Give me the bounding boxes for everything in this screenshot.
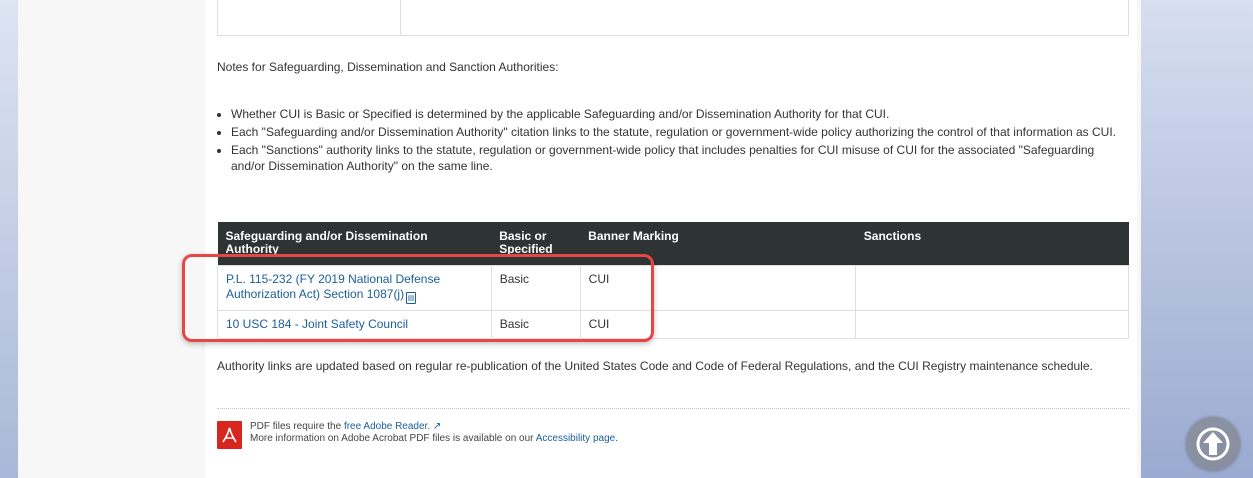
left-gutter <box>18 0 205 478</box>
column-header-banner-marking: Banner Marking <box>580 222 856 266</box>
sanctions-cell <box>855 310 1129 339</box>
table-header-row: Safeguarding and/or Dissemination Author… <box>217 222 1129 266</box>
authority-link[interactable]: 10 USC 184 - Joint Safety Council <box>226 317 408 331</box>
authority-cell: 10 USC 184 - Joint Safety Council <box>217 310 492 339</box>
adobe-reader-link[interactable]: free Adobe Reader. <box>344 421 430 432</box>
table-row: 10 USC 184 - Joint Safety Council Basic … <box>217 310 1129 339</box>
external-link-icon: ↗ <box>432 421 442 432</box>
pdf-notice-prefix-2: More information on Adobe Acrobat PDF fi… <box>250 433 536 444</box>
left-window-edge <box>0 0 18 478</box>
authority-update-note: Authority links are updated based on reg… <box>217 359 1093 373</box>
arrow-up-icon <box>1196 427 1230 461</box>
notes-bullet: Each "Safeguarding and/or Dissemination … <box>231 124 1131 140</box>
banner-marking-cell: CUI <box>579 265 857 311</box>
sanctions-cell <box>855 265 1129 311</box>
authority-cell: P.L. 115-232 (FY 2019 National Defense A… <box>217 265 492 311</box>
section-divider <box>217 408 1129 409</box>
accessibility-page-link[interactable]: Accessibility page <box>536 433 615 444</box>
adobe-acrobat-icon <box>217 421 242 449</box>
notes-bullet: Whether CUI is Basic or Specified is det… <box>231 106 1131 122</box>
pdf-file-icon: ▤ <box>406 292 417 304</box>
table-column-divider <box>400 0 401 36</box>
pdf-notice-prefix: PDF files require the <box>250 421 344 432</box>
pdf-notice-line2: More information on Adobe Acrobat PDF fi… <box>250 433 1110 445</box>
previous-table-bottom <box>217 0 1129 36</box>
table-row: P.L. 115-232 (FY 2019 National Defense A… <box>217 265 1129 311</box>
right-window-edge <box>1141 0 1253 478</box>
main-content: Notes for Safeguarding, Dissemination an… <box>205 0 1137 478</box>
type-cell: Basic <box>490 310 581 339</box>
pdf-notice-text: PDF files require the free Adobe Reader.… <box>250 421 1110 445</box>
pdf-notice-suffix: . <box>615 433 618 444</box>
notes-list: Whether CUI is Basic or Specified is det… <box>217 106 1131 176</box>
column-header-type: Basic or Specified <box>491 222 581 266</box>
authority-table: Safeguarding and/or Dissemination Author… <box>217 222 1129 339</box>
column-header-authority: Safeguarding and/or Dissemination Author… <box>217 222 492 266</box>
pdf-notice-line1: PDF files require the free Adobe Reader.… <box>250 421 1110 433</box>
type-cell: Basic <box>490 265 581 311</box>
banner-marking-cell: CUI <box>579 310 857 339</box>
scroll-to-top-button[interactable] <box>1186 417 1240 471</box>
notes-bullet: Each "Sanctions" authority links to the … <box>231 142 1131 174</box>
notes-title: Notes for Safeguarding, Dissemination an… <box>217 60 559 74</box>
column-header-sanctions: Sanctions <box>855 222 1129 266</box>
